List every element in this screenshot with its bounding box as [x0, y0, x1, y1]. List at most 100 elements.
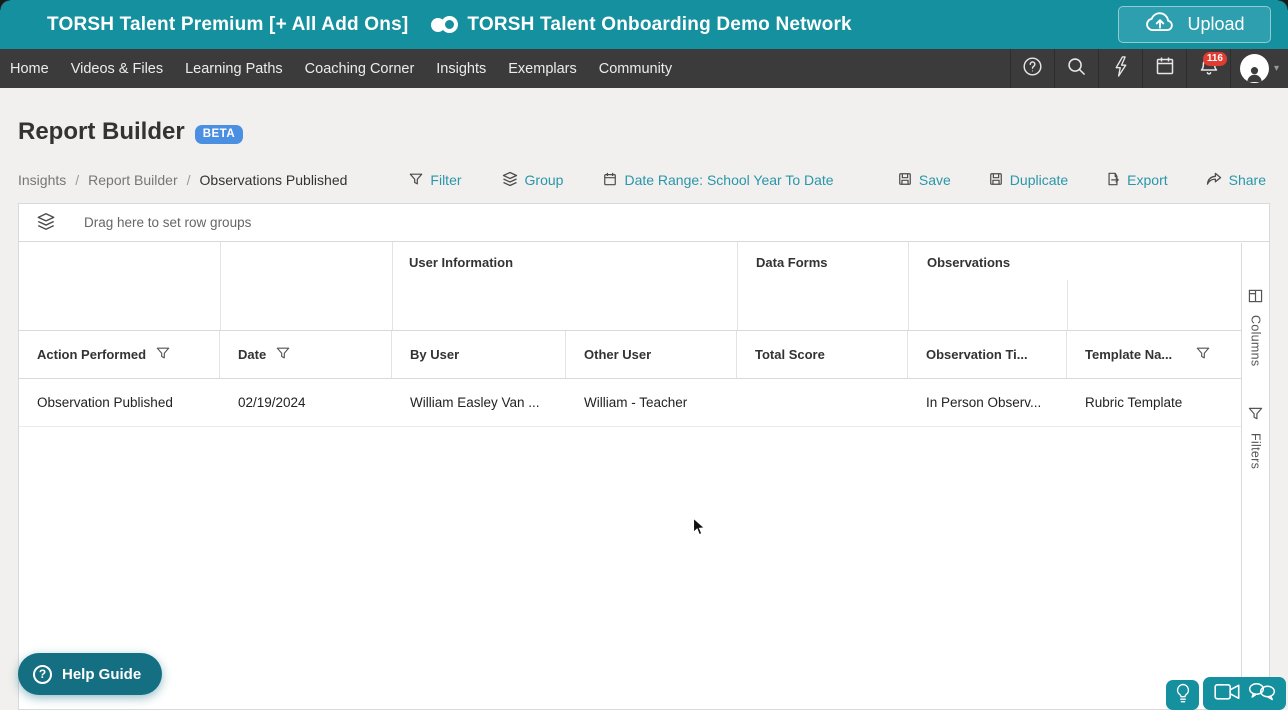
breadcrumb-insights[interactable]: Insights [18, 172, 66, 188]
breadcrumb-report-builder[interactable]: Report Builder [88, 172, 178, 188]
share-label: Share [1229, 172, 1266, 188]
group-button[interactable]: Group [502, 171, 564, 190]
filter-funnel-icon [409, 172, 423, 189]
tab-filters[interactable]: Filters [1248, 406, 1263, 469]
cell-other-user: William - Teacher [566, 395, 737, 410]
export-icon [1106, 172, 1120, 189]
column-header-row: Action Performed Date By User Other User… [19, 331, 1241, 379]
duplicate-button[interactable]: Duplicate [989, 172, 1068, 189]
filter-funnel-icon[interactable] [276, 346, 290, 363]
column-label: Template Na... [1085, 347, 1172, 362]
tab-filters-label: Filters [1249, 433, 1263, 469]
breadcrumb-separator: / [187, 172, 191, 188]
column-header-action-performed[interactable]: Action Performed [19, 331, 220, 378]
nav-home[interactable]: Home [10, 61, 60, 77]
nav-learning-paths[interactable]: Learning Paths [174, 61, 294, 77]
chat-bubbles-icon [1248, 682, 1276, 705]
nav-videos-files[interactable]: Videos & Files [60, 61, 174, 77]
question-circle-icon: ? [33, 665, 52, 684]
cell-template-name: Rubric Template [1067, 395, 1241, 410]
report-toolbar-right: Save Duplicate Export Share [898, 172, 1266, 189]
calendar-icon [1155, 56, 1175, 81]
upload-label: Upload [1187, 14, 1244, 35]
group-header-user-information[interactable]: User Information [409, 255, 513, 270]
column-header-other-user[interactable]: Other User [566, 331, 737, 378]
row-group-hint: Drag here to set row groups [84, 215, 251, 230]
beta-badge: BETA [195, 125, 243, 144]
page-header: Report Builder BETA [0, 88, 1288, 146]
tab-columns[interactable]: Columns [1248, 289, 1263, 366]
window-corner [1278, 0, 1288, 10]
filter-button[interactable]: Filter [409, 172, 461, 189]
breadcrumb: Insights / Report Builder / Observations… [18, 172, 347, 188]
column-label: By User [410, 347, 459, 362]
help-guide-label: Help Guide [62, 666, 141, 683]
row-group-drop-zone[interactable]: Drag here to set row groups [19, 204, 1269, 242]
cell-by-user: William Easley Van ... [392, 395, 566, 410]
account-menu-button[interactable]: ▾ [1230, 49, 1288, 88]
video-chat-widget-button[interactable] [1203, 677, 1286, 710]
group-header-observations[interactable]: Observations [927, 255, 1010, 270]
help-guide-button[interactable]: ? Help Guide [18, 653, 162, 695]
table-row[interactable]: Observation Published 02/19/2024 William… [19, 379, 1241, 427]
grid-side-bar: Columns Filters [1241, 243, 1269, 680]
column-header-by-user[interactable]: By User [392, 331, 566, 378]
save-icon [898, 172, 912, 189]
column-label: Other User [584, 347, 651, 362]
column-divider [392, 242, 393, 330]
cell-date: 02/19/2024 [220, 395, 392, 410]
column-label: Observation Ti... [926, 347, 1028, 362]
video-camera-icon [1214, 683, 1241, 704]
duplicate-icon [989, 172, 1003, 189]
ideas-widget-button[interactable] [1166, 680, 1199, 710]
column-divider [220, 242, 221, 330]
quick-actions-button[interactable] [1098, 49, 1142, 88]
calendar-icon [603, 172, 617, 189]
column-divider [908, 242, 909, 330]
save-label: Save [919, 172, 951, 188]
calendar-button[interactable] [1142, 49, 1186, 88]
breadcrumb-current: Observations Published [200, 172, 348, 188]
filter-funnel-icon [1248, 406, 1263, 426]
upload-button[interactable]: Upload [1118, 6, 1271, 43]
column-header-total-score[interactable]: Total Score [737, 331, 908, 378]
search-button[interactable] [1054, 49, 1098, 88]
duplicate-label: Duplicate [1010, 172, 1068, 188]
lightning-icon [1114, 56, 1128, 82]
column-header-template-name[interactable]: Template Na... [1067, 331, 1241, 378]
main-nav: Home Videos & Files Learning Paths Coach… [0, 49, 1288, 88]
report-toolbar-left: Filter Group Date Range: School Year To … [409, 171, 833, 190]
filter-funnel-icon[interactable] [1196, 346, 1210, 363]
nav-community[interactable]: Community [588, 61, 683, 77]
date-range-button[interactable]: Date Range: School Year To Date [603, 172, 833, 189]
breadcrumb-separator: / [75, 172, 79, 188]
columns-icon [1248, 289, 1263, 308]
layers-icon [36, 212, 84, 234]
save-button[interactable]: Save [898, 172, 951, 189]
column-header-date[interactable]: Date [220, 331, 392, 378]
column-group-header-row: User Information Data Forms Observations [19, 242, 1241, 331]
nav-coaching-corner[interactable]: Coaching Corner [294, 61, 426, 77]
column-label: Action Performed [37, 347, 146, 362]
torsh-logo-icon [431, 15, 459, 35]
date-range-label: Date Range: School Year To Date [624, 172, 833, 188]
cloud-upload-icon [1144, 11, 1176, 39]
cell-action-performed: Observation Published [19, 395, 220, 410]
filter-label: Filter [430, 172, 461, 188]
lightbulb-icon [1175, 683, 1191, 709]
cell-observation-type: In Person Observ... [908, 395, 1067, 410]
group-header-data-forms[interactable]: Data Forms [756, 255, 828, 270]
group-label: Group [525, 172, 564, 188]
tab-columns-label: Columns [1249, 315, 1263, 366]
notifications-button[interactable]: 116 [1186, 49, 1230, 88]
share-button[interactable]: Share [1206, 172, 1266, 189]
filter-funnel-icon[interactable] [156, 346, 170, 363]
window-corner [0, 0, 10, 10]
help-button[interactable] [1010, 49, 1054, 88]
nav-exemplars[interactable]: Exemplars [497, 61, 588, 77]
export-button[interactable]: Export [1106, 172, 1167, 189]
nav-insights[interactable]: Insights [425, 61, 497, 77]
help-circle-icon [1022, 56, 1043, 82]
column-header-observation-type[interactable]: Observation Ti... [908, 331, 1067, 378]
share-arrow-icon [1206, 172, 1222, 189]
